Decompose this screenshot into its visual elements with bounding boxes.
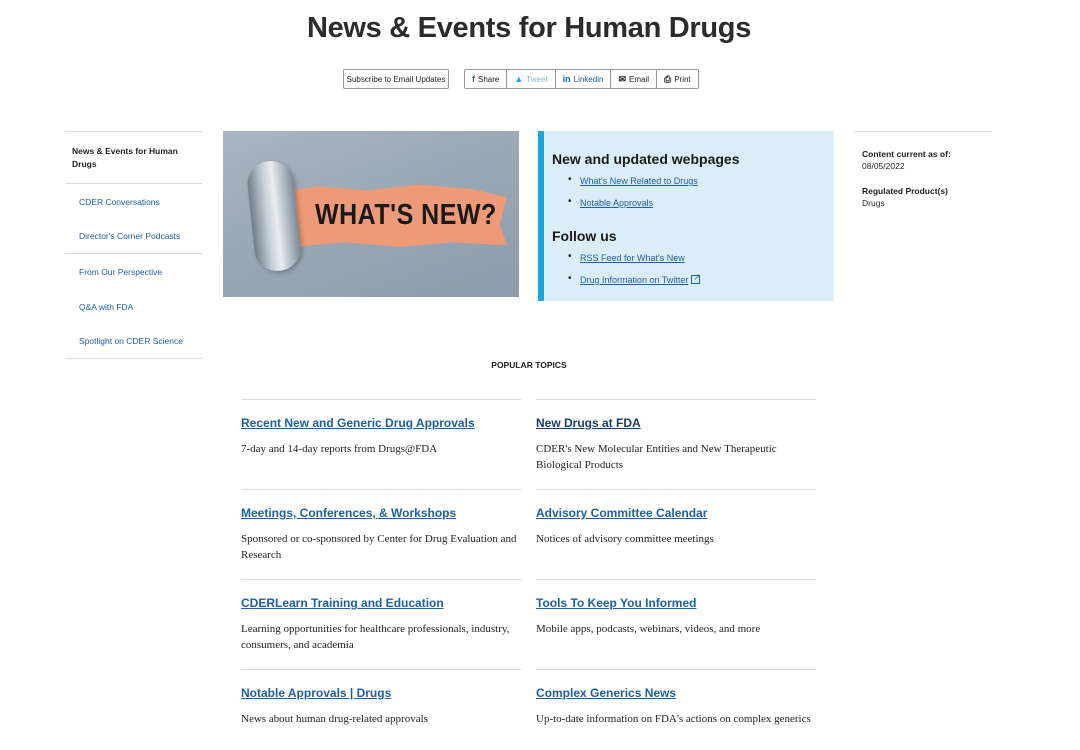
popular-topics-grid: Recent New and Generic Drug Approvals 7-… (241, 399, 816, 750)
notable-approvals-link[interactable]: Notable Approvals (580, 198, 653, 208)
list-item: Notable Approvals (552, 195, 834, 218)
share-print-button[interactable]: ⎙ Print (657, 70, 698, 88)
left-navigation: News & Events for Human Drugs CDER Conve… (65, 131, 202, 359)
content-meta: Content current as of: 08/05/2022 Regula… (855, 131, 992, 222)
nav-item-cder-conversations[interactable]: CDER Conversations (65, 184, 202, 219)
popular-topics-heading: POPULAR TOPICS (491, 360, 567, 370)
topic-link[interactable]: Tools To Keep You Informed (536, 596, 816, 610)
twitter-link[interactable]: Drug Information on Twitter (580, 275, 688, 285)
paper-curl-shape (245, 158, 303, 274)
share-toolbar: f Share ▲ Tweet in Linkedin ✉ Email ⎙ Pr… (464, 69, 699, 89)
topic-card: Notable Approvals | Drugs News about hum… (241, 669, 521, 750)
topic-description: Sponsored or co-sponsored by Center for … (241, 533, 517, 561)
share-print-label: Print (674, 74, 691, 84)
topic-link[interactable]: Notable Approvals | Drugs (241, 686, 521, 700)
nav-heading[interactable]: News & Events for Human Drugs (65, 132, 202, 184)
linkedin-icon: in (562, 74, 571, 84)
topic-link[interactable]: Complex Generics News (536, 686, 816, 700)
share-linkedin-label: Linkedin (573, 74, 604, 84)
topic-card: Advisory Committee Calendar Notices of a… (536, 489, 816, 579)
follow-us-list: RSS Feed for What's New Drug Information… (552, 250, 834, 295)
whats-new-link[interactable]: What's New Related to Drugs (580, 176, 698, 186)
topic-card: CDERLearn Training and Education Learnin… (241, 579, 521, 669)
share-email-label: Email (628, 74, 649, 84)
nav-item-directors-corner[interactable]: Director's Corner Podcasts (65, 219, 202, 254)
nav-item-from-our-perspective[interactable]: From Our Perspective (65, 254, 202, 289)
twitter-icon: ▲ (514, 74, 524, 84)
share-twitter-label: Tweet (526, 74, 548, 84)
rss-feed-link[interactable]: RSS Feed for What's New (580, 253, 685, 263)
share-facebook-button[interactable]: f Share (465, 70, 508, 88)
topic-description: News about human drug-related approvals (241, 713, 428, 725)
nav-item-spotlight-cder-science[interactable]: Spotlight on CDER Science (65, 324, 202, 359)
nav-item-qa-with-fda[interactable]: Q&A with FDA (65, 289, 202, 324)
facebook-icon: f (472, 74, 475, 84)
topic-card: Meetings, Conferences, & Workshops Spons… (241, 489, 521, 579)
share-twitter-button[interactable]: ▲ Tweet (507, 70, 556, 88)
topic-card: Tools To Keep You Informed Mobile apps, … (536, 579, 816, 669)
share-email-button[interactable]: ✉ Email (611, 70, 657, 88)
topic-description: Up-to-date information on FDA's actions … (536, 713, 811, 725)
regulated-products-label: Regulated Product(s) (862, 186, 948, 196)
new-updated-list: What's New Related to Drugs Notable Appr… (552, 173, 834, 218)
topic-card: Recent New and Generic Drug Approvals 7-… (241, 399, 521, 489)
topic-link[interactable]: New Drugs at FDA (536, 416, 816, 430)
print-icon: ⎙ (664, 73, 672, 84)
topic-link[interactable]: Meetings, Conferences, & Workshops (241, 506, 521, 520)
share-linkedin-button[interactable]: in Linkedin (556, 70, 612, 88)
follow-us-heading: Follow us (552, 228, 617, 244)
regulated-products-value: Drugs (862, 198, 885, 208)
topic-description: Learning opportunities for healthcare pr… (241, 623, 510, 651)
updates-info-box: New and updated webpages What's New Rela… (538, 131, 834, 301)
topic-description: 7-day and 14-day reports from Drugs@FDA (241, 443, 438, 455)
email-icon: ✉ (618, 73, 626, 84)
hero-text: WHAT'S NEW? (315, 198, 497, 232)
subscribe-email-button[interactable]: Subscribe to Email Updates (343, 69, 449, 89)
topic-link[interactable]: CDERLearn Training and Education (241, 596, 521, 610)
external-link-icon (691, 270, 701, 284)
share-facebook-label: Share (478, 74, 500, 84)
list-item: Drug Information on Twitter (552, 270, 834, 295)
topic-card: New Drugs at FDA CDER's New Molecular En… (536, 399, 816, 489)
topic-description: Notices of advisory committee meetings (536, 533, 714, 545)
topic-description: CDER's New Molecular Entities and New Th… (536, 443, 777, 471)
topic-card: Complex Generics News Up-to-date informa… (536, 669, 816, 750)
content-date: 08/05/2022 (862, 161, 905, 171)
topic-description: Mobile apps, podcasts, webinars, videos,… (536, 623, 761, 635)
whats-new-hero-image: WHAT'S NEW? (223, 131, 519, 297)
new-updated-heading: New and updated webpages (552, 151, 740, 167)
topic-link[interactable]: Advisory Committee Calendar (536, 506, 816, 520)
list-item: What's New Related to Drugs (552, 173, 834, 196)
topic-link[interactable]: Recent New and Generic Drug Approvals (241, 416, 521, 430)
page-title: News & Events for Human Drugs (306, 12, 752, 44)
content-current-label: Content current as of: (862, 149, 951, 159)
